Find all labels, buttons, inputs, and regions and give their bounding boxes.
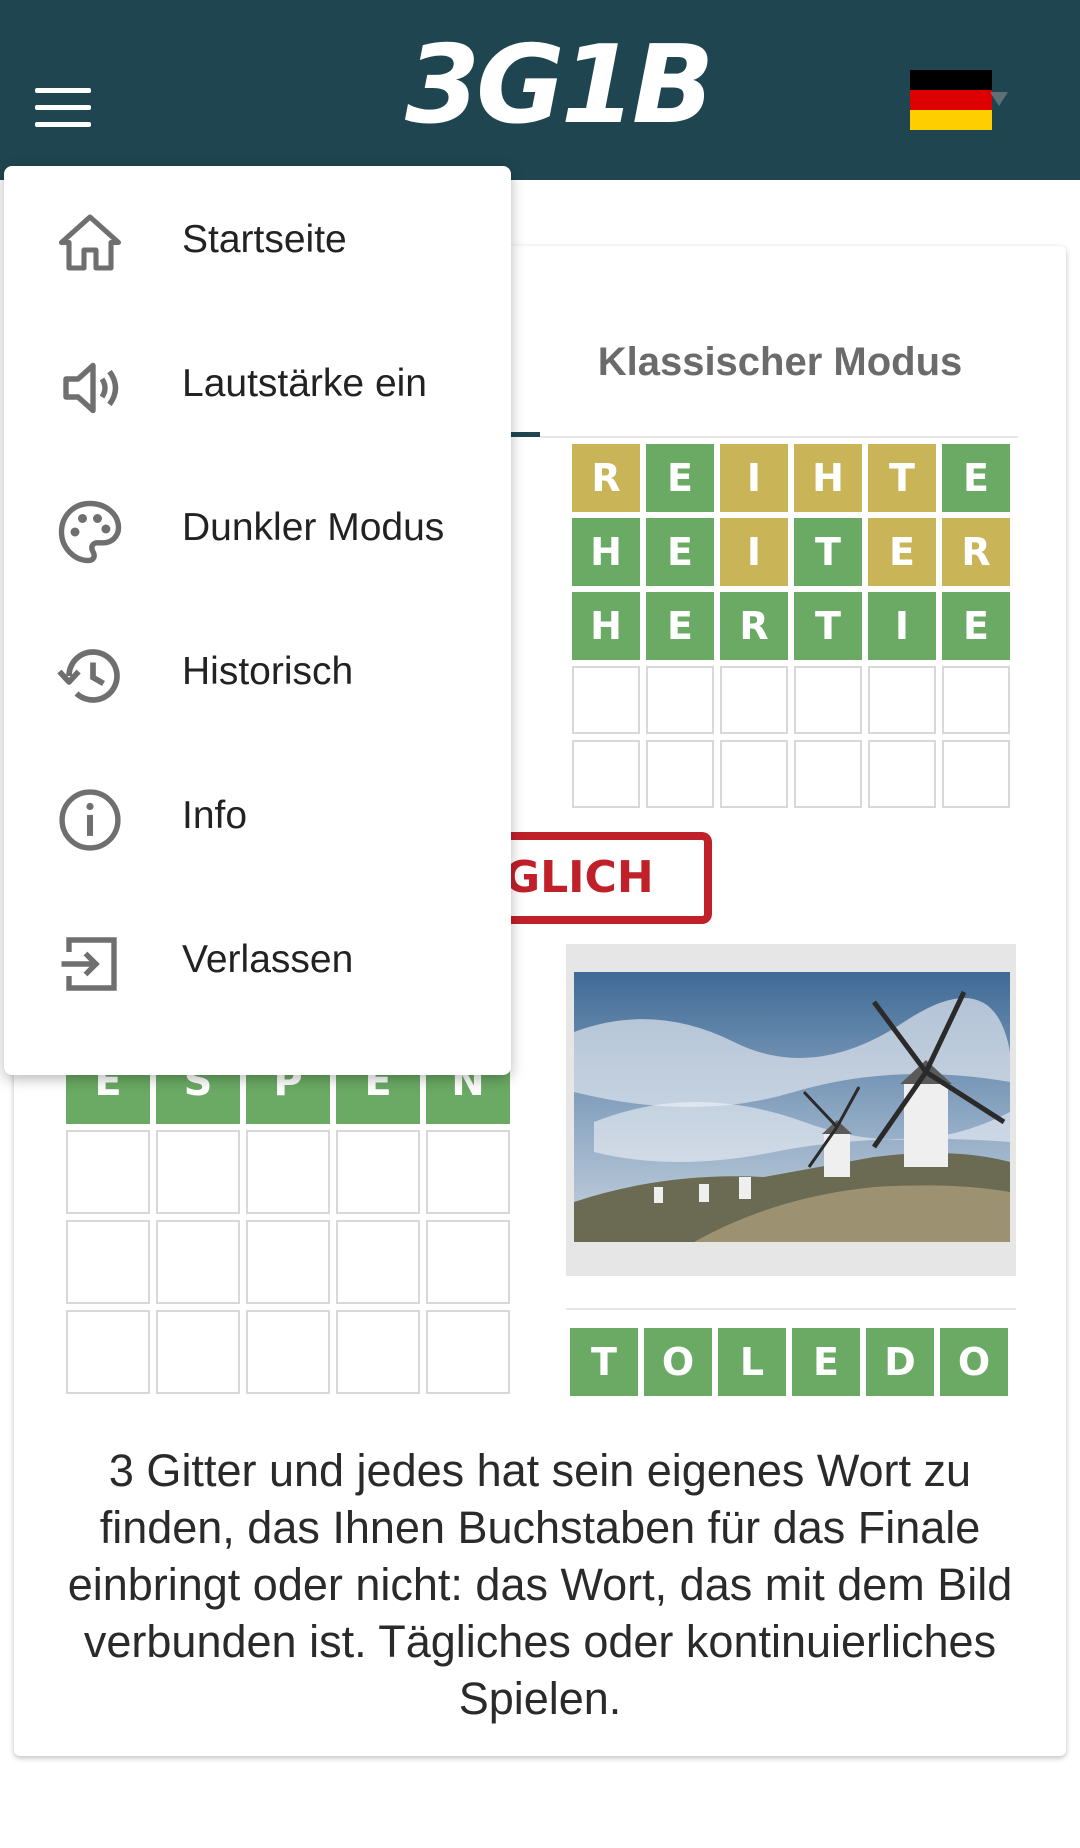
app-logo[interactable]: 3G1B [405,26,714,146]
menu-item-lautstaerke[interactable]: Lautstärke ein [4,310,511,454]
letter-tile: E [868,518,936,586]
letter-tile: I [720,518,788,586]
letter-tile [246,1310,330,1394]
letter-tile [426,1310,510,1394]
answer-letter-tile: L [718,1328,786,1396]
menu-item-label: Historisch [182,650,354,693]
letter-tile [942,666,1010,734]
menu-item-verlassen[interactable]: Verlassen [4,886,511,1030]
letter-tile [794,740,862,808]
letter-tile: T [794,592,862,660]
letter-tile [66,1130,150,1214]
letter-tile [868,740,936,808]
answer-letter-tile: D [866,1328,934,1396]
menu-item-label: Info [182,794,248,837]
palette-icon [58,500,122,564]
top-app-bar: 3G1B [0,0,1080,180]
letter-tile [156,1310,240,1394]
letter-tile [868,666,936,734]
letter-tile [572,740,640,808]
menu-item-historisch[interactable]: Historisch [4,598,511,742]
info-icon [59,789,121,851]
letter-tile: H [794,444,862,512]
answer-letter-tile: T [570,1328,638,1396]
menu-item-label: Dunkler Modus [182,506,445,549]
letter-tile: E [646,518,714,586]
letter-tile: E [646,592,714,660]
letter-tile: E [646,444,714,512]
answer-letter-tile: E [792,1328,860,1396]
letter-tile [646,666,714,734]
navigation-menu: Startseite Lautstärke ein Dunkler Modus … [4,166,511,1075]
letter-tile: H [572,518,640,586]
menu-item-label: Verlassen [182,938,354,981]
letter-tile: H [572,592,640,660]
letter-tile [336,1220,420,1304]
letter-tile: I [720,444,788,512]
tab-divider [540,436,1018,438]
letter-tile: R [720,592,788,660]
history-icon [57,649,120,703]
letter-tile [156,1220,240,1304]
language-flag-icon[interactable] [910,70,992,130]
letter-tile: E [942,592,1010,660]
letter-tile: T [794,518,862,586]
game-description: 3 Gitter und jedes hat sein eigenes Wort… [67,1445,1013,1724]
letter-tile [246,1130,330,1214]
volume-icon [63,362,119,414]
letter-tile [336,1310,420,1394]
stamp-text: GLICH [504,852,654,903]
letter-tile [646,740,714,808]
home-icon [58,214,122,271]
letter-tile [942,740,1010,808]
letter-tile [426,1220,510,1304]
stamp-badge: GLICH [500,832,712,924]
menu-item-info[interactable]: Info [4,742,511,886]
letter-tile: E [942,444,1010,512]
letter-tile: I [868,592,936,660]
menu-item-label: Lautstärke ein [182,362,427,405]
letter-tile [336,1130,420,1214]
exit-icon [61,937,117,991]
letter-tile [246,1220,330,1304]
letter-tile [720,740,788,808]
answer-letter-tile: O [644,1328,712,1396]
chevron-down-icon[interactable] [990,92,1008,106]
tab-klassischer-modus[interactable]: Klassischer Modus [540,340,1020,385]
letter-tile [794,666,862,734]
menu-item-dunkler-modus[interactable]: Dunkler Modus [4,454,511,598]
menu-item-startseite[interactable]: Startseite [4,166,511,310]
letter-tile [572,666,640,734]
letter-tile [156,1130,240,1214]
letter-tile [426,1130,510,1214]
letter-tile: R [572,444,640,512]
answer-divider [566,1308,1016,1310]
menu-item-label: Startseite [182,218,347,261]
letter-tile [720,666,788,734]
windmill-photo [574,972,1010,1242]
hamburger-menu-icon[interactable] [35,88,91,128]
answer-letter-tile: O [940,1328,1008,1396]
letter-tile [66,1310,150,1394]
letter-tile: T [868,444,936,512]
letter-tile: R [942,518,1010,586]
letter-tile [66,1220,150,1304]
